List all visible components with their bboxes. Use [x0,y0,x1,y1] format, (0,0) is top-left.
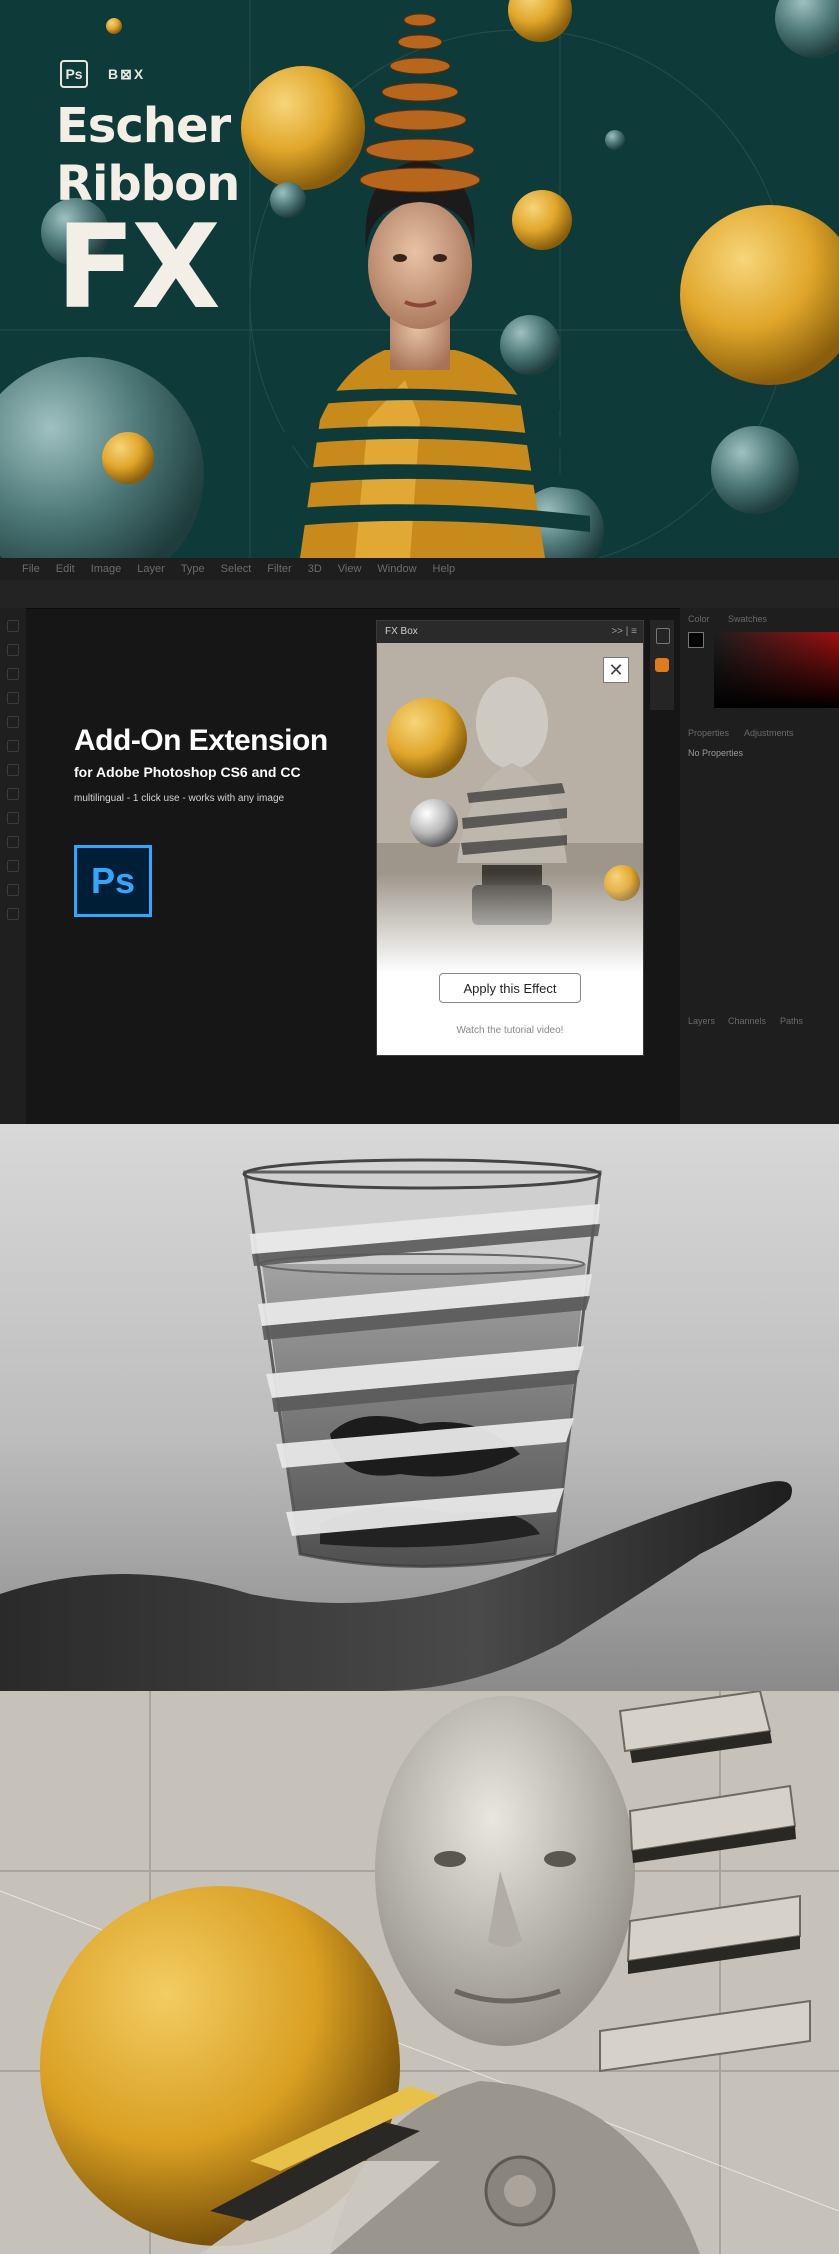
menu-item-view[interactable]: View [338,563,362,575]
panel-menu-icon[interactable]: >> | ≡ [611,626,637,637]
teal-sphere [605,130,625,150]
zoom-tool-icon[interactable] [7,908,19,920]
tab-color[interactable]: Color [688,614,710,624]
menu-item-image[interactable]: Image [91,563,122,575]
gold-sphere [106,18,122,34]
extension-headline: Add-On Extension [74,724,328,757]
right-panels: Color Swatches Properties Adjustments No… [680,608,839,1124]
teal-sphere [775,0,839,58]
close-preview-button[interactable]: ✕ [603,657,629,683]
color-swatch-fg[interactable] [688,632,704,648]
teal-sphere [500,315,560,375]
menu-item-window[interactable]: Window [377,563,416,575]
tutorial-link[interactable]: Watch the tutorial video! [377,1025,643,1036]
menu-item-edit[interactable]: Edit [56,563,75,575]
type-tool-icon[interactable] [7,860,19,872]
gradient-tool-icon[interactable] [7,812,19,824]
glass-artwork [0,1158,792,1691]
hand-tool-icon[interactable] [7,884,19,896]
face [368,201,472,329]
menu-item-3d[interactable]: 3D [308,563,322,575]
tab-swatches[interactable]: Swatches [728,614,767,624]
title-line-fx: FX [56,200,221,335]
menu-item-select[interactable]: Select [221,563,252,575]
tab-layers[interactable]: Layers [688,1016,715,1026]
panel-title: FX Box [385,626,418,637]
tab-paths[interactable]: Paths [780,1016,803,1026]
menu-item-layer[interactable]: Layer [137,563,165,575]
eyedropper-tool-icon[interactable] [7,716,19,728]
panel-header: FX Box >> | ≡ [377,621,643,643]
title-line-escher: Escher [56,98,231,154]
menu-item-help[interactable]: Help [433,563,456,575]
gold-sphere [241,66,365,190]
bust-face [375,1696,635,2046]
bust-artwork [0,1691,839,2254]
teal-sphere [270,182,306,218]
color-field[interactable] [714,632,839,708]
bust-example-photo [0,1691,839,2254]
gold-sphere [102,432,154,484]
menu-bar: File Edit Image Layer Type Select Filter… [0,558,839,580]
tab-properties[interactable]: Properties [688,728,729,738]
apply-effect-button[interactable]: Apply this Effect [439,973,581,1003]
teal-sphere [0,357,204,558]
photoshop-logo-icon: Ps [74,845,152,917]
gold-sphere [680,205,839,385]
marquee-tool-icon[interactable] [7,644,19,656]
teal-sphere [711,426,799,514]
glass-example-photo [0,1124,839,1691]
brush-tool-icon[interactable] [7,740,19,752]
photoshop-badge-icon: Ps [60,60,88,88]
photoshop-mockup: File Edit Image Layer Type Select Filter… [0,558,839,1124]
menu-item-file[interactable]: File [22,563,40,575]
tab-channels[interactable]: Channels [728,1016,766,1026]
jacket [300,350,545,558]
no-properties-label: No Properties [688,748,744,758]
pen-tool-icon[interactable] [7,836,19,848]
gold-sphere [508,0,572,42]
options-bar [0,580,839,609]
adjust-icon[interactable] [656,628,670,644]
move-tool-icon[interactable] [7,620,19,632]
extension-tagline: multilingual - 1 click use - works with … [74,793,285,804]
menu-item-filter[interactable]: Filter [267,563,291,575]
gold-sphere [512,190,572,250]
panel-dock [650,620,674,710]
preview-image [377,643,643,973]
menu-item-type[interactable]: Type [181,563,205,575]
stamp-tool-icon[interactable] [7,764,19,776]
fx-box-panel: FX Box >> | ≡ ✕ Apply this Effect Watch … [376,620,644,1056]
eraser-tool-icon[interactable] [7,788,19,800]
extension-subline: for Adobe Photoshop CS6 and CC [74,764,301,780]
tab-adjustments[interactable]: Adjustments [744,728,794,738]
hero-banner: Ps B⊠X Escher Ribbon FX [0,0,839,558]
brand-logo: B⊠X [108,66,146,82]
lasso-tool-icon[interactable] [7,668,19,680]
tool-strip [0,608,26,1124]
crop-tool-icon[interactable] [7,692,19,704]
fx-box-icon[interactable] [655,658,669,672]
